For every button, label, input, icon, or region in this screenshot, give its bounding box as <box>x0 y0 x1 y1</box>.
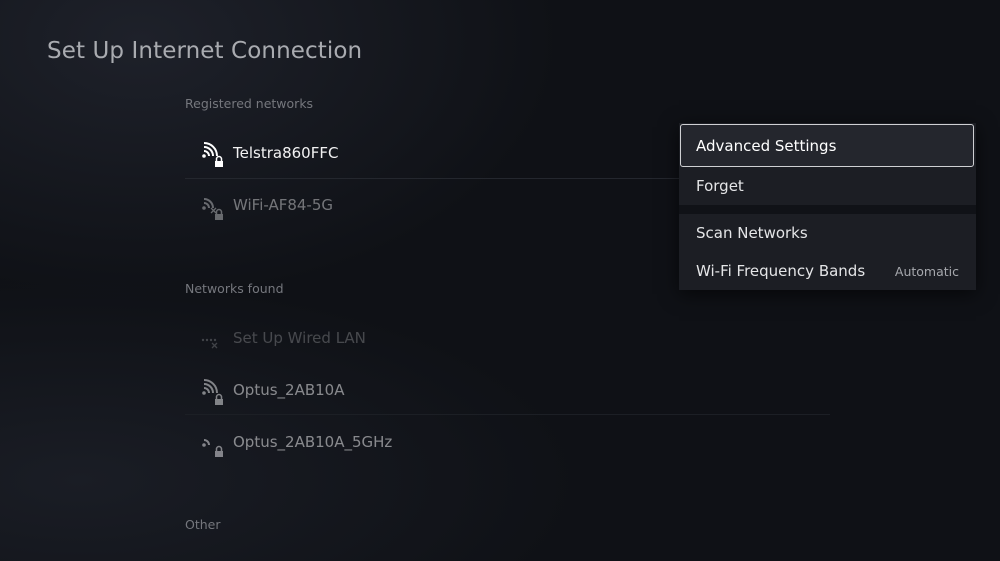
advanced-settings-menu-item[interactable]: Advanced Settings <box>680 124 974 167</box>
network-name: Set Up Wired LAN <box>233 329 366 347</box>
row-divider <box>185 178 685 179</box>
section-label-other: Other <box>185 517 221 532</box>
network-name: Optus_2AB10A <box>233 381 345 399</box>
network-name: Optus_2AB10A_5GHz <box>233 433 393 451</box>
menu-item-label: Advanced Settings <box>696 136 837 155</box>
menu-item-label: Scan Networks <box>696 224 808 242</box>
scan-networks-menu-item[interactable]: Scan Networks <box>679 214 976 252</box>
network-item-optus-5ghz[interactable]: Optus_2AB10A_5GHz <box>198 422 678 462</box>
page-title: Set Up Internet Connection <box>47 38 363 64</box>
network-name: WiFi-AF84-5G <box>233 196 334 214</box>
lock-icon <box>215 208 223 220</box>
menu-item-label: Forget <box>696 177 744 195</box>
wifi-signal-icon <box>198 138 228 168</box>
wired-lan-disconnected-icon <box>198 323 228 353</box>
frequency-band-value: Automatic <box>894 263 959 279</box>
row-divider <box>185 414 830 415</box>
wifi-weak-signal-icon <box>198 427 228 457</box>
network-item-optus[interactable]: Optus_2AB10A <box>198 370 678 410</box>
menu-separator <box>679 205 976 214</box>
network-item-wifi-af84[interactable]: WiFi-AF84-5G <box>198 185 678 225</box>
lock-icon <box>215 155 223 167</box>
network-name: Telstra860FFC <box>233 144 339 162</box>
section-label-registered: Registered networks <box>185 96 314 111</box>
lock-icon <box>215 445 223 457</box>
wifi-frequency-bands-menu-item[interactable]: Wi-Fi Frequency Bands Automatic <box>679 252 976 290</box>
options-menu: Advanced Settings Forget Scan Networks W… <box>679 123 976 290</box>
wifi-signal-icon <box>198 375 228 405</box>
menu-item-label: Wi-Fi Frequency Bands <box>696 262 866 280</box>
lock-icon <box>215 393 223 405</box>
network-item-wired-lan[interactable]: Set Up Wired LAN <box>198 318 678 358</box>
network-item-telstra[interactable]: Telstra860FFC <box>198 133 678 173</box>
forget-menu-item[interactable]: Forget <box>679 167 976 205</box>
wifi-unavailable-icon <box>198 190 228 220</box>
section-label-found: Networks found <box>185 281 284 296</box>
